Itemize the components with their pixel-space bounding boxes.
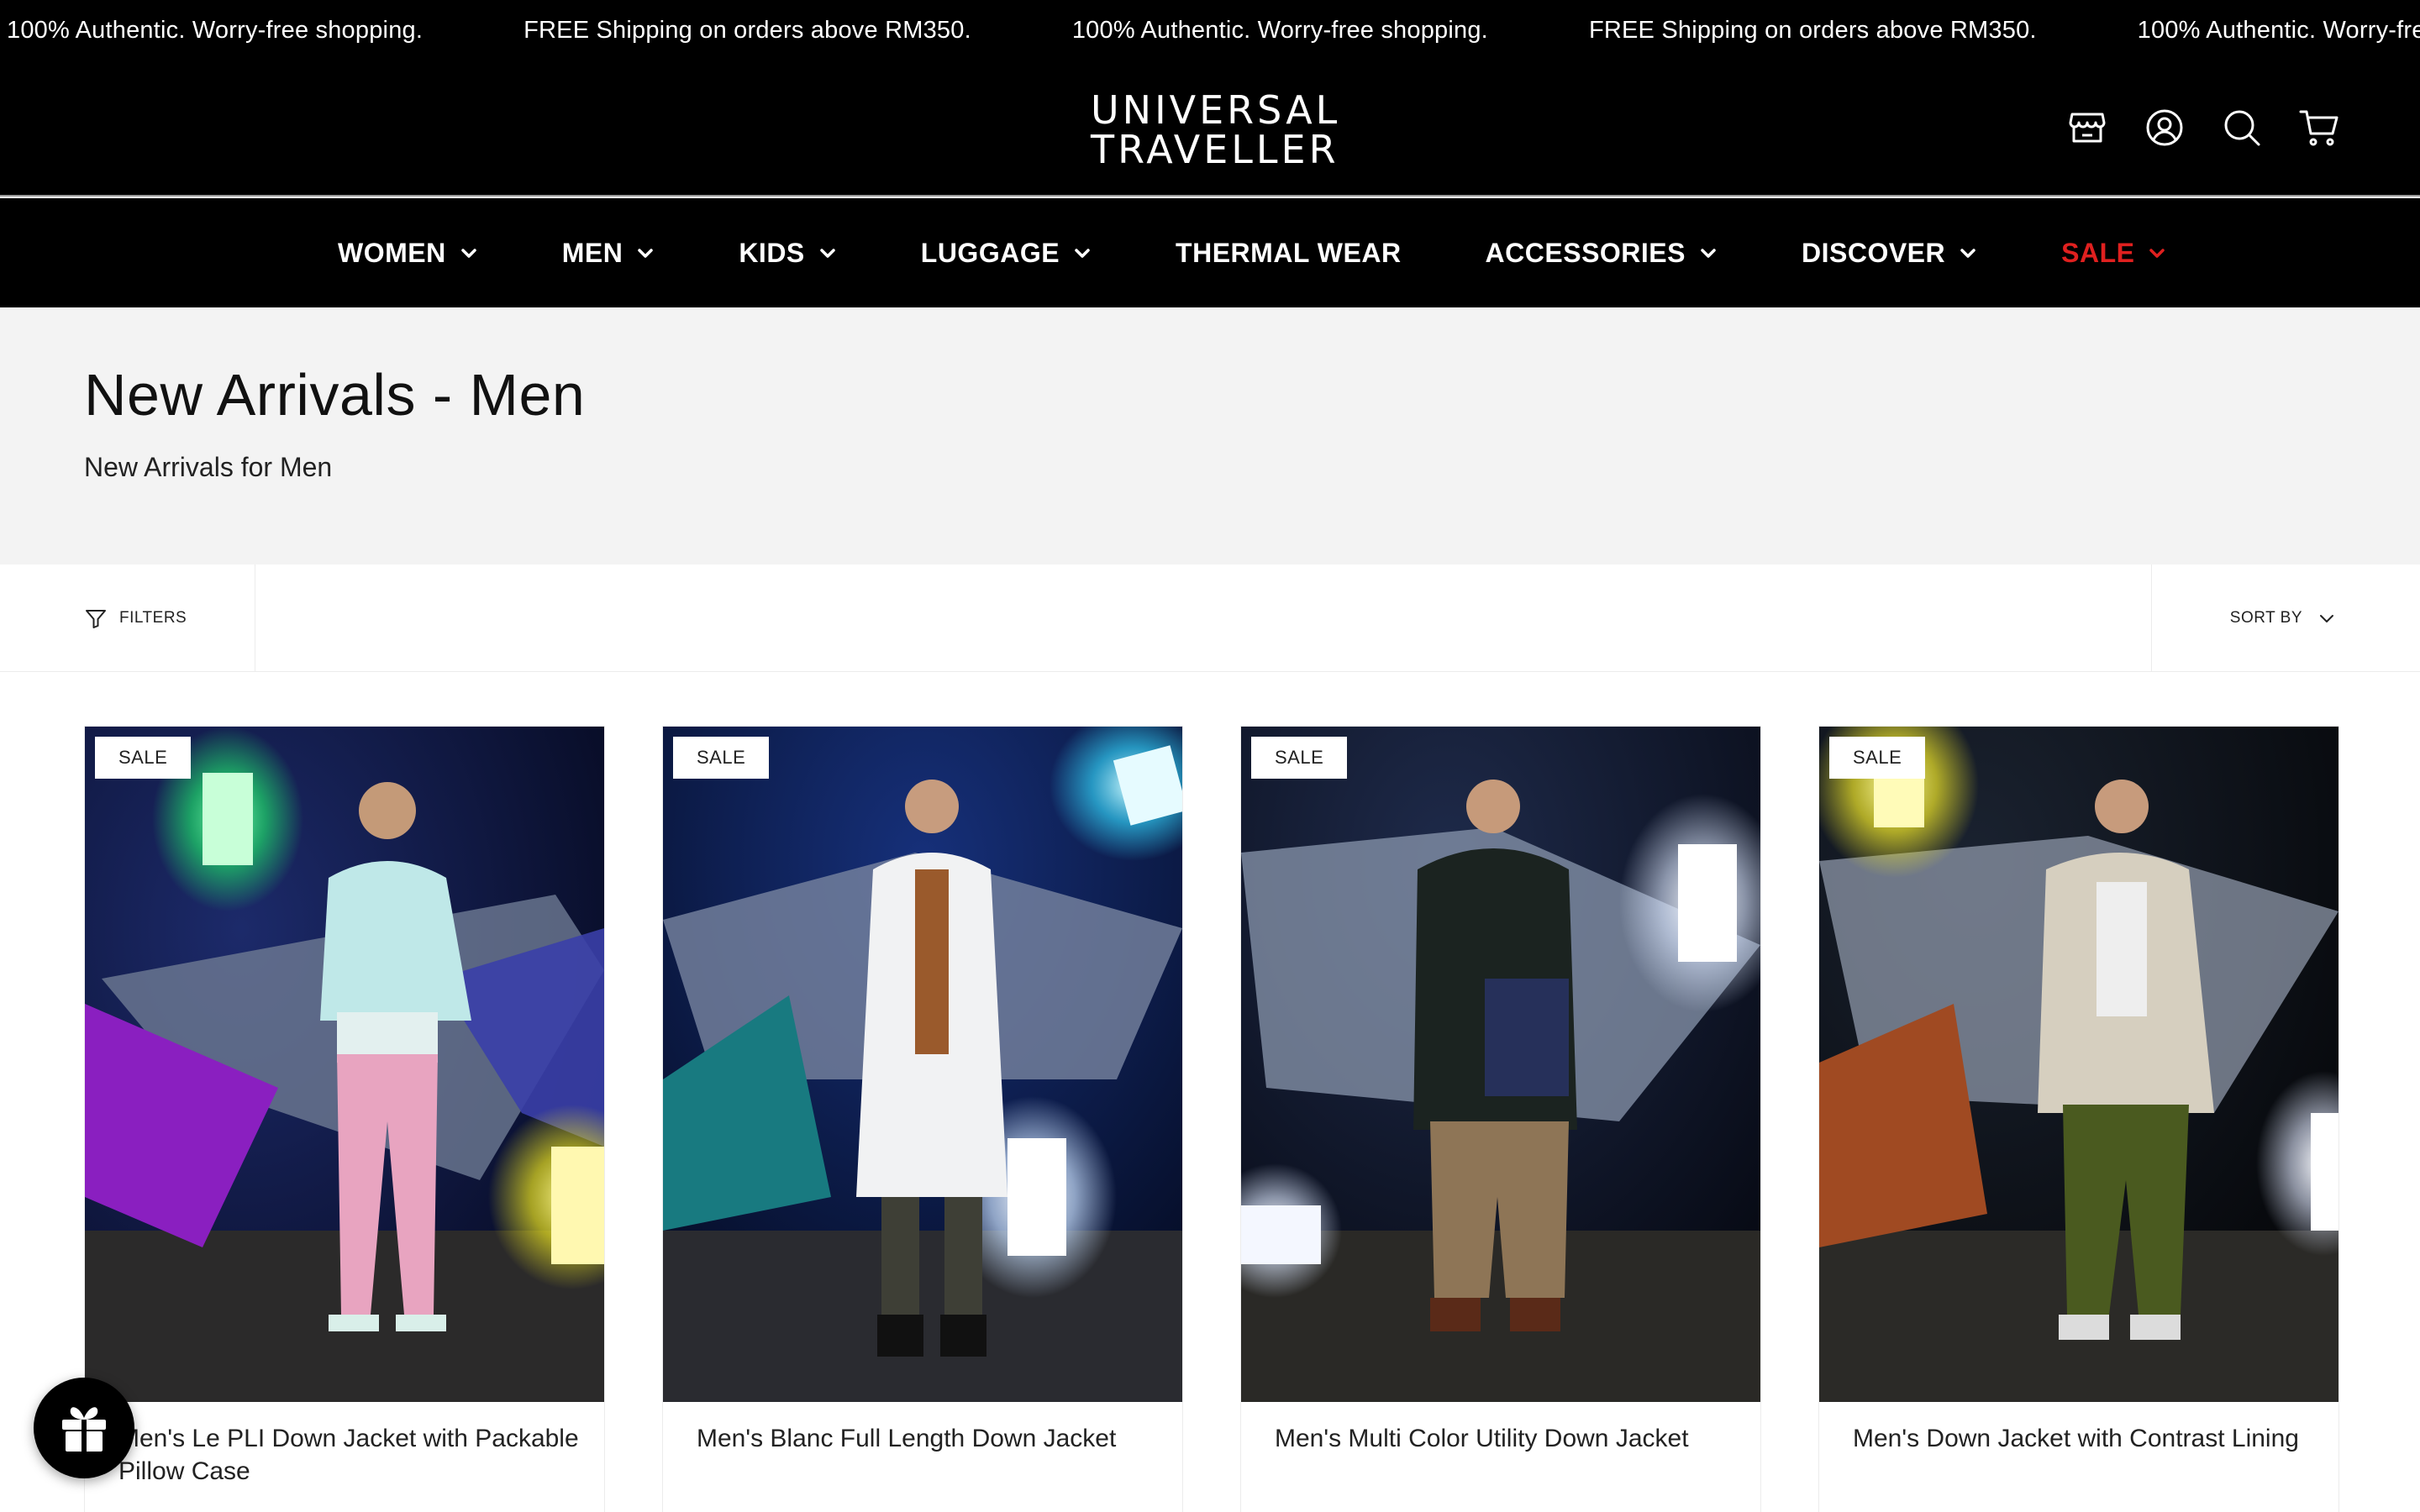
rewards-launcher-button[interactable] bbox=[34, 1378, 134, 1478]
nav-item-label: SALE bbox=[2061, 237, 2135, 268]
product-image[interactable]: SALE bbox=[1819, 727, 2338, 1402]
product-title[interactable]: Men's Le PLI Down Jacket with Packable P… bbox=[118, 1422, 589, 1488]
announcement-message: 100% Authentic. Worry-free shopping. bbox=[1071, 16, 1488, 44]
chevron-down-icon bbox=[460, 249, 476, 258]
product-title[interactable]: Men's Blanc Full Length Down Jacket bbox=[697, 1422, 1167, 1455]
sale-badge: SALE bbox=[1829, 737, 1926, 779]
logo-line-1: UNIVERSAL bbox=[1091, 87, 1341, 133]
nav-item-women[interactable]: WOMEN bbox=[338, 238, 478, 269]
page-subtitle: New Arrivals for Men bbox=[84, 452, 333, 482]
nav-item-discover[interactable]: DISCOVER bbox=[1802, 238, 1977, 269]
nav-item-thermal-wear[interactable]: THERMAL WEAR bbox=[1176, 238, 1402, 269]
nav-item-label: WOMEN bbox=[338, 237, 446, 268]
product-grid: SALE Men's Le PLI Down Jacket with Packa… bbox=[84, 726, 2339, 1512]
sort-by-label: SORT BY bbox=[2229, 609, 2302, 627]
page-title: New Arrivals - Men bbox=[84, 362, 586, 428]
product-card[interactable]: SALE Men's Le PLI Down Jacket with Packa… bbox=[84, 726, 605, 1512]
logo-line-2: TRAVELLER bbox=[1091, 127, 1339, 172]
sort-by-dropdown[interactable]: SORT BY bbox=[2151, 564, 2420, 672]
sale-badge: SALE bbox=[95, 737, 192, 779]
announcement-message: FREE Shipping on orders above RM350. bbox=[523, 16, 971, 44]
nav-item-label: ACCESSORIES bbox=[1485, 237, 1686, 268]
nav-item-kids[interactable]: KIDS bbox=[739, 238, 836, 269]
nav-item-label: DISCOVER bbox=[1801, 237, 1946, 268]
product-image[interactable]: SALE bbox=[85, 727, 604, 1402]
announcement-message: FREE Shipping on orders above RM350. bbox=[1588, 16, 2037, 44]
sale-badge: SALE bbox=[673, 737, 770, 779]
header-icons bbox=[2067, 108, 2339, 148]
nav-item-label: LUGGAGE bbox=[920, 237, 1060, 268]
product-card[interactable]: SALE Men's Blanc Full Length Down Jacket bbox=[662, 726, 1183, 1512]
search-icon[interactable] bbox=[2222, 108, 2262, 148]
chevron-down-icon bbox=[638, 249, 654, 258]
product-title[interactable]: Men's Down Jacket with Contrast Lining bbox=[1853, 1422, 2323, 1455]
announcement-message: 100% Authentic. Worry-free shopping. bbox=[7, 16, 424, 44]
main-nav: WOMEN MEN KIDS LUGGAGE THERMAL WEAR ACCE… bbox=[0, 198, 2420, 307]
account-icon[interactable] bbox=[2144, 108, 2185, 148]
nav-item-label: THERMAL WEAR bbox=[1176, 237, 1402, 268]
product-title[interactable]: Men's Multi Color Utility Down Jacket bbox=[1275, 1422, 1745, 1455]
main-nav-list: WOMEN MEN KIDS LUGGAGE THERMAL WEAR ACCE… bbox=[338, 198, 2250, 307]
nav-item-luggage[interactable]: LUGGAGE bbox=[921, 238, 1092, 269]
announcement-message: 100% Authentic. Worry-free shoppi bbox=[2137, 16, 2420, 44]
collection-banner: New Arrivals - Men New Arrivals for Men bbox=[0, 307, 2420, 564]
announcement-bar: 100% Authentic. Worry-free shopping. FRE… bbox=[0, 0, 2420, 60]
chevron-down-icon bbox=[2149, 249, 2165, 258]
product-image[interactable]: SALE bbox=[663, 727, 1182, 1402]
sale-badge: SALE bbox=[1251, 737, 1348, 779]
cart-icon[interactable] bbox=[2299, 108, 2339, 148]
nav-item-label: KIDS bbox=[739, 237, 805, 268]
filters-button[interactable]: FILTERS bbox=[0, 564, 255, 672]
chevron-down-icon bbox=[820, 249, 835, 258]
product-card[interactable]: SALE Men's Down Jacket with Contrast Lin… bbox=[1818, 726, 2339, 1512]
filters-label: FILTERS bbox=[119, 609, 187, 627]
filter-icon bbox=[86, 610, 106, 628]
store-icon[interactable] bbox=[2067, 108, 2107, 148]
chevron-down-icon bbox=[1075, 249, 1090, 258]
product-image[interactable]: SALE bbox=[1241, 727, 1760, 1402]
announcement-track: 100% Authentic. Worry-free shopping. FRE… bbox=[7, 0, 2420, 60]
nav-item-accessories[interactable]: ACCESSORIES bbox=[1486, 238, 1718, 269]
site-header: UNIVERSAL TRAVELLER bbox=[0, 60, 2420, 197]
nav-item-sale[interactable]: SALE bbox=[2061, 238, 2166, 269]
site-logo[interactable]: UNIVERSAL TRAVELLER bbox=[1091, 87, 1341, 172]
chevron-down-icon bbox=[1701, 249, 1716, 258]
chevron-down-icon bbox=[1960, 249, 1975, 258]
collection-toolbar: FILTERS SORT BY bbox=[0, 564, 2420, 672]
gift-icon bbox=[62, 1407, 106, 1452]
nav-item-men[interactable]: MEN bbox=[562, 238, 655, 269]
product-card[interactable]: SALE Men's Multi Color Utility Down Jack… bbox=[1240, 726, 1761, 1512]
nav-item-label: MEN bbox=[561, 237, 623, 268]
chevron-down-icon bbox=[2320, 615, 2333, 622]
